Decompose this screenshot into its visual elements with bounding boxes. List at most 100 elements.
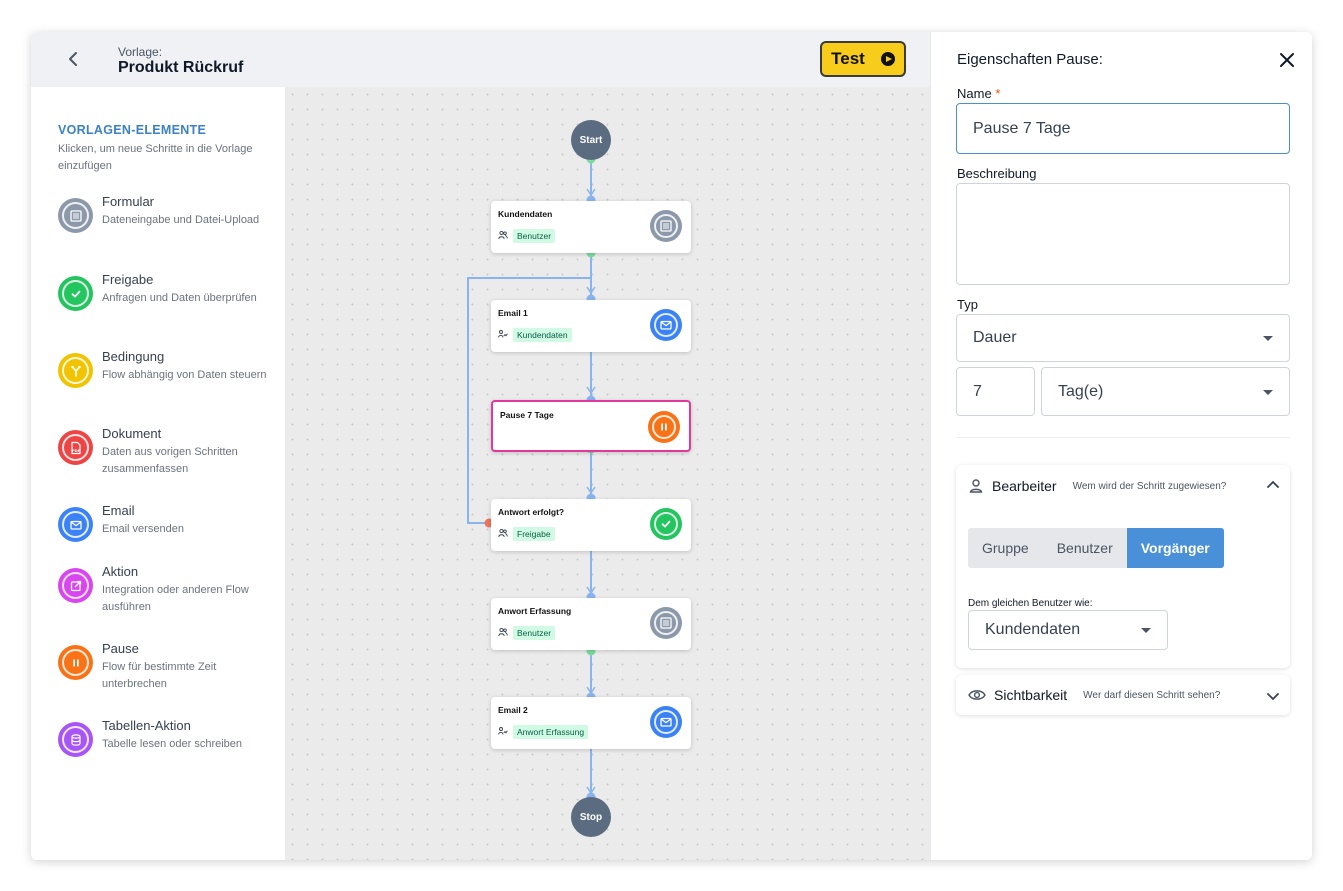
- duration-unit-value: Tag(e): [1058, 382, 1104, 400]
- element-name: Tabellen-Aktion: [102, 718, 191, 733]
- visibility-section-header[interactable]: Sichtbarkeit Wer darf diesen Schritt seh…: [968, 676, 1220, 714]
- visibility-title: Sichtbarkeit: [994, 687, 1068, 703]
- flow-node[interactable]: Email 1 Kundendaten: [491, 300, 691, 352]
- segment-vorgaenger[interactable]: Vorgänger: [1126, 528, 1224, 568]
- flow-node[interactable]: Antwort erfolgt? Freigabe: [491, 499, 691, 551]
- user-signature-icon: [498, 723, 508, 741]
- flow-node[interactable]: Email 2 Anwort Erfassung: [491, 697, 691, 749]
- play-icon: [880, 52, 895, 66]
- same-user-value: Kundendaten: [985, 621, 1081, 638]
- assignee-tag: Benutzer: [513, 626, 556, 640]
- visibility-hint: Wer darf diesen Schritt sehen?: [1083, 689, 1221, 701]
- check-icon: [650, 508, 682, 540]
- node-title: Pause 7 Tage: [500, 410, 554, 420]
- node-title: Email 2: [498, 705, 528, 715]
- element-email[interactable]: Email Email versenden: [58, 503, 273, 567]
- node-assignee: Anwort Erfassung: [498, 723, 589, 741]
- test-button-label: Test: [831, 49, 865, 68]
- assignee-tag: Benutzer: [513, 229, 556, 243]
- required-marker: *: [995, 86, 1001, 101]
- test-button[interactable]: Test: [820, 41, 906, 77]
- element-bedingung[interactable]: Bedingung Flow abhängig von Daten steuern: [58, 349, 273, 413]
- chevron-up-icon[interactable]: [1266, 478, 1280, 492]
- sidebar-title: VORLAGEN-ELEMENTE: [58, 123, 207, 137]
- svg-text:PDF: PDF: [71, 449, 80, 453]
- node-assignee: Freigabe: [498, 525, 555, 543]
- mail-icon: [58, 507, 93, 542]
- divider: [956, 437, 1290, 438]
- flow-node[interactable]: Pause 7 Tage: [491, 400, 691, 452]
- same-user-select[interactable]: Kundendaten: [968, 610, 1168, 650]
- form-icon: [650, 210, 682, 242]
- type-label: Typ: [957, 297, 978, 312]
- users-icon: [498, 227, 508, 245]
- mail-icon: [650, 309, 682, 341]
- element-description: Email versenden: [102, 523, 184, 535]
- editor-section-header[interactable]: Bearbeiter Wem wird der Schritt zugewies…: [968, 467, 1226, 505]
- node-assignee: Benutzer: [498, 227, 556, 245]
- editor-assignment-segmented-control: Gruppe Benutzer Vorgänger: [968, 528, 1224, 568]
- users-icon: [498, 624, 508, 642]
- element-name: Bedingung: [102, 349, 165, 364]
- form-icon: [58, 198, 93, 233]
- editor-header: Vorlage: Produkt Rückruf Test: [31, 32, 930, 87]
- panel-title: Eigenschaften Pause:: [957, 51, 1103, 68]
- node-title: Anwort Erfassung: [498, 606, 572, 616]
- app-window: Vorlage: Produkt Rückruf Test VORLAGEN-E…: [31, 32, 1312, 860]
- elements-sidebar: VORLAGEN-ELEMENTE Klicken, um neue Schri…: [31, 87, 285, 860]
- flow-canvas[interactable]: Start Kundendaten Benutzer Email 1 Kundenda…: [285, 87, 930, 860]
- start-node[interactable]: Start: [571, 120, 611, 160]
- element-description: Anfragen und Daten überprüfen: [102, 292, 257, 304]
- node-title: Antwort erfolgt?: [498, 507, 565, 517]
- branch-icon: [58, 353, 93, 388]
- description-label: Beschreibung: [957, 166, 1037, 181]
- check-icon: [58, 276, 93, 311]
- pause-icon: [58, 645, 93, 680]
- person-icon: [969, 479, 983, 493]
- close-icon[interactable]: [1276, 49, 1298, 71]
- element-tabellen-aktion[interactable]: Tabellen-Aktion Tabelle lesen oder schrei…: [58, 718, 273, 782]
- element-description: Dateneingabe und Datei-Upload: [102, 214, 260, 226]
- segment-benutzer[interactable]: Benutzer: [1043, 528, 1127, 568]
- description-textarea[interactable]: [956, 183, 1290, 285]
- editor-section: Bearbeiter Wem wird der Schritt zugewies…: [956, 465, 1290, 668]
- form-icon: [650, 607, 682, 639]
- flow-node[interactable]: Kundendaten Benutzer: [491, 201, 691, 253]
- properties-panel: Eigenschaften Pause: Name * Pause 7 Tage…: [930, 32, 1312, 860]
- back-arrow-icon[interactable]: [61, 46, 87, 72]
- element-dokument[interactable]: PDF Dokument Daten aus vorigen Schritten z…: [58, 426, 273, 490]
- node-title: Kundendaten: [498, 209, 553, 219]
- user-signature-icon: [498, 326, 508, 344]
- node-title: Email 1: [498, 308, 528, 318]
- element-name: Freigabe: [102, 272, 154, 287]
- duration-amount-input[interactable]: 7: [956, 367, 1035, 416]
- segment-gruppe[interactable]: Gruppe: [968, 528, 1043, 568]
- chevron-down-icon[interactable]: [1266, 689, 1280, 703]
- element-description: Flow abhängig von Daten steuern: [102, 369, 267, 381]
- template-name: Produkt Rückruf: [118, 59, 244, 76]
- element-aktion[interactable]: Aktion Integration oder anderen Flow ausf…: [58, 564, 273, 628]
- name-label: Name *: [957, 86, 1001, 101]
- duration-unit-select[interactable]: Tag(e): [1041, 367, 1290, 416]
- element-pause[interactable]: Pause Flow für bestimmte Zeit unterbreche…: [58, 641, 273, 705]
- element-name: Dokument: [102, 426, 162, 441]
- element-formular[interactable]: Formular Dateneingabe und Datei-Upload: [58, 194, 273, 258]
- node-assignee: Benutzer: [498, 624, 556, 642]
- same-user-label: Dem gleichen Benutzer wie:: [968, 598, 1093, 609]
- node-assignee: Kundendaten: [498, 326, 572, 344]
- element-description: Flow für bestimmte Zeit unterbrechen: [102, 661, 217, 690]
- element-description: Daten aus vorigen Schritten zusammenfass…: [102, 446, 238, 475]
- stop-node[interactable]: Stop: [571, 797, 611, 837]
- sidebar-subtitle: Klicken, um neue Schritte in die Vorlage…: [58, 143, 253, 172]
- visibility-section: Sichtbarkeit Wer darf diesen Schritt seh…: [956, 675, 1290, 715]
- element-name: Pause: [102, 641, 139, 656]
- external-icon: [58, 568, 93, 603]
- assignee-tag: Kundendaten: [513, 328, 572, 342]
- element-freigabe[interactable]: Freigabe Anfragen und Daten überprüfen: [58, 272, 273, 336]
- type-select[interactable]: Dauer: [956, 314, 1290, 362]
- element-description: Integration oder anderen Flow ausführen: [102, 584, 249, 613]
- element-name: Aktion: [102, 564, 139, 579]
- flow-node[interactable]: Anwort Erfassung Benutzer: [491, 598, 691, 650]
- mail-icon: [650, 706, 682, 738]
- name-input[interactable]: Pause 7 Tage: [956, 103, 1290, 154]
